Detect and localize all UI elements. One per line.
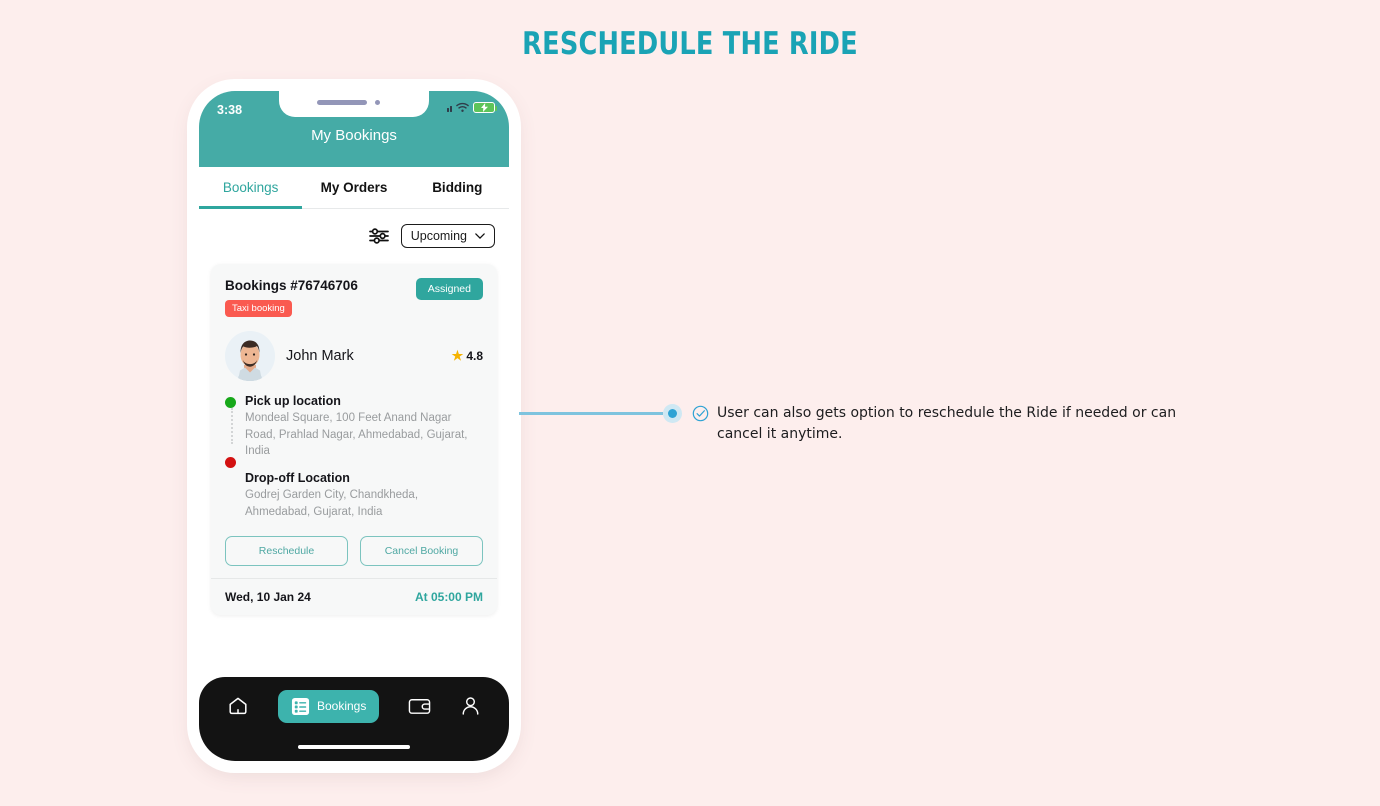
nav-item-bookings-label: Bookings xyxy=(316,699,367,713)
battery-charging-icon xyxy=(473,102,497,113)
tab-bar: Bookings My Orders Bidding xyxy=(199,167,509,209)
screenshot-stage: RESCHEDULE THE RIDE 3:38 My Bookings Boo… xyxy=(0,0,1380,806)
booking-card-footer: Wed, 10 Jan 24 At 05:00 PM xyxy=(211,578,497,615)
nav-item-bookings[interactable]: Bookings xyxy=(277,689,380,723)
bookings-list-icon xyxy=(291,697,310,715)
pickup-block: Pick up location Mondeal Square, 100 Fee… xyxy=(245,394,483,460)
annotation-bullet xyxy=(663,404,682,423)
dropoff-dot-icon xyxy=(225,457,236,468)
pickup-address: Mondeal Square, 100 Feet Anand Nagar Roa… xyxy=(245,412,468,458)
pickup-dot-icon xyxy=(225,397,236,408)
locations-section: Pick up location Mondeal Square, 100 Fee… xyxy=(225,394,483,520)
driver-avatar xyxy=(225,331,275,381)
booking-card-body: Bookings #76746706 Taxi booking Assigned xyxy=(211,264,497,578)
page-title: RESCHEDULE THE RIDE xyxy=(522,26,858,62)
filter-sliders-icon[interactable] xyxy=(368,227,389,245)
phone-screen: 3:38 My Bookings Bookings My Orders Bidd… xyxy=(199,91,509,761)
phone-mockup: 3:38 My Bookings Bookings My Orders Bidd… xyxy=(193,85,515,767)
phone-notch xyxy=(279,91,429,117)
dropoff-title: Drop-off Location xyxy=(245,471,350,486)
status-badge[interactable]: Assigned xyxy=(415,278,483,300)
tab-bookings[interactable]: Bookings xyxy=(199,167,303,209)
card-actions: Reschedule Cancel Booking xyxy=(225,536,483,570)
route-connector-line xyxy=(230,408,233,445)
driver-rating-value: 4.8 xyxy=(466,349,483,363)
app-header: 3:38 My Bookings xyxy=(199,91,509,167)
annotation-body: User can also gets option to reschedule … xyxy=(692,403,1182,445)
bottom-navigation-bar: Bookings xyxy=(199,677,509,761)
status-bar-time: 3:38 xyxy=(217,103,243,117)
bottom-nav-items: Bookings xyxy=(199,677,509,735)
status-filter-value: Upcoming xyxy=(410,229,467,243)
pickup-title: Pick up location xyxy=(245,394,341,408)
signal-icon xyxy=(446,103,452,112)
cancel-booking-button[interactable]: Cancel Booking xyxy=(360,536,483,567)
status-filter-select[interactable]: Upcoming xyxy=(400,224,495,248)
speaker-grill xyxy=(317,100,367,105)
booking-type-badge: Taxi booking xyxy=(225,300,292,317)
driver-name: John Mark xyxy=(286,348,354,364)
booking-date: Wed, 10 Jan 24 xyxy=(225,590,311,605)
home-icon xyxy=(229,697,247,715)
tab-bidding[interactable]: Bidding xyxy=(406,167,509,208)
booking-card[interactable]: Bookings #76746706 Taxi booking Assigned xyxy=(211,264,497,616)
filter-row: Upcoming xyxy=(199,209,509,258)
driver-row[interactable]: John Mark ★ 4.8 xyxy=(225,331,483,381)
dropoff-block: Drop-off Location Godrej Garden City, Ch… xyxy=(245,471,483,520)
nav-item-profile[interactable] xyxy=(460,695,481,717)
tab-my-orders[interactable]: My Orders xyxy=(302,167,405,208)
star-icon: ★ xyxy=(451,348,464,363)
dropoff-address: Godrej Garden City, Chandkheda, Ahmedaba… xyxy=(245,489,419,518)
annotation-text: User can also gets option to reschedule … xyxy=(717,405,1177,442)
booking-id: Bookings #76746706 xyxy=(225,278,358,293)
nav-item-wallet[interactable] xyxy=(408,696,431,716)
wifi-icon xyxy=(456,102,469,112)
person-icon xyxy=(462,697,479,715)
wallet-icon xyxy=(408,699,431,714)
driver-rating: ★ 4.8 xyxy=(452,348,483,364)
booking-card-header: Bookings #76746706 Taxi booking Assigned xyxy=(225,278,483,317)
front-camera xyxy=(375,100,380,105)
home-indicator xyxy=(298,744,410,749)
app-bar-title: My Bookings xyxy=(311,127,397,144)
reschedule-button[interactable]: Reschedule xyxy=(225,536,348,567)
status-bar-icons xyxy=(446,102,497,113)
booking-time: At 05:00 PM xyxy=(414,590,483,605)
chevron-down-icon xyxy=(475,233,485,239)
check-circle-icon xyxy=(692,405,709,422)
annotation-connector-line xyxy=(519,412,663,415)
nav-item-home[interactable] xyxy=(227,695,249,717)
